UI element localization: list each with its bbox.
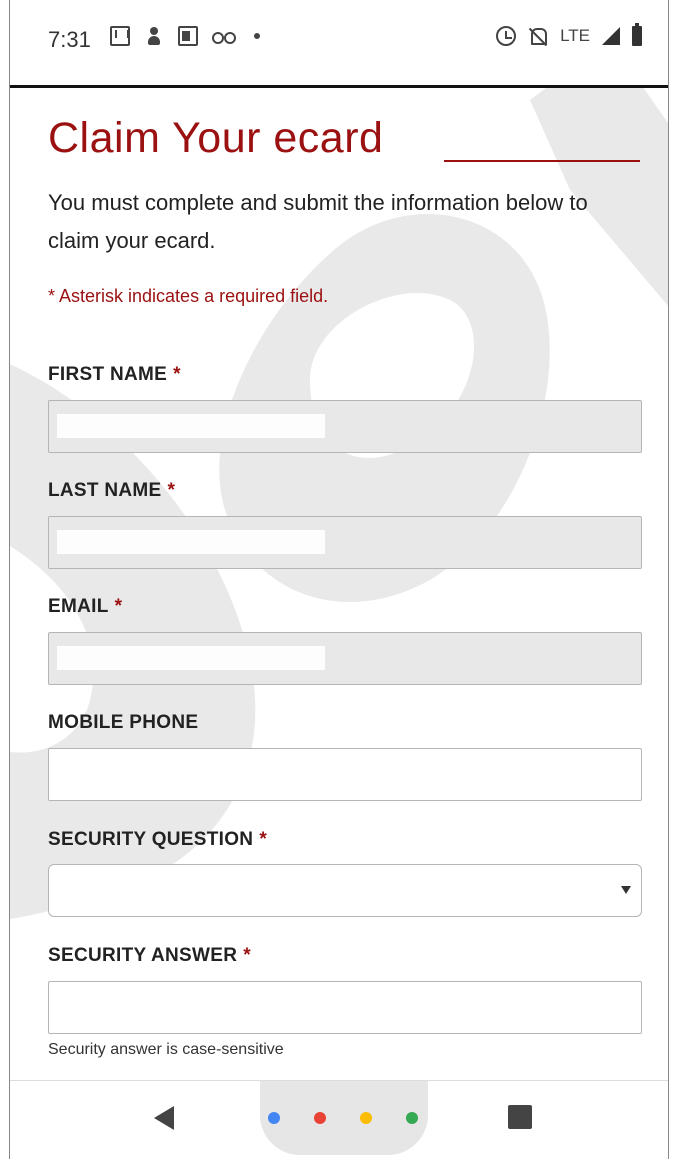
security-question-select[interactable] xyxy=(48,864,642,917)
card-icon xyxy=(178,26,198,46)
email-label-text: EMAIL xyxy=(48,596,109,617)
battery-icon xyxy=(632,23,642,46)
email-input[interactable] xyxy=(48,632,642,685)
mobile-phone-input[interactable] xyxy=(48,748,642,801)
last-name-label-text: LAST NAME xyxy=(48,480,162,501)
security-question-label-text: SECURITY QUESTION xyxy=(48,829,254,850)
assistant-dot-icon xyxy=(314,1112,326,1124)
assistant-dot-icon xyxy=(268,1112,280,1124)
alarm-icon xyxy=(496,26,517,46)
assistant-dot-icon xyxy=(360,1112,372,1124)
first-name-label: FIRST NAME * xyxy=(48,364,181,386)
last-name-label: LAST NAME * xyxy=(48,480,175,502)
navigation-bar xyxy=(10,1080,668,1159)
dot-icon xyxy=(254,33,260,39)
title-row: Claim Your ecard xyxy=(48,114,642,164)
required-asterisk: * xyxy=(243,945,251,966)
assistant-button[interactable] xyxy=(260,1081,428,1155)
assistant-dot-icon xyxy=(406,1112,418,1124)
device-screen: 7:31 LTE Claim Your ecard You must compl… xyxy=(9,0,669,1159)
status-bar: 7:31 LTE xyxy=(10,0,668,88)
notification-icons xyxy=(110,26,260,46)
title-divider xyxy=(444,160,640,162)
first-name-value xyxy=(57,414,325,438)
recents-icon[interactable] xyxy=(508,1105,532,1129)
last-name-value xyxy=(57,530,325,554)
status-time: 7:31 xyxy=(48,27,91,52)
intro-text: You must complete and submit the informa… xyxy=(48,190,588,253)
required-asterisk: * xyxy=(114,596,123,617)
security-answer-label: SECURITY ANSWER * xyxy=(48,945,251,967)
page-title: Claim Your ecard xyxy=(48,114,384,162)
required-asterisk: * xyxy=(167,480,176,501)
first-name-label-text: FIRST NAME xyxy=(48,364,168,385)
first-name-input[interactable] xyxy=(48,400,642,453)
dropdown-arrow-icon xyxy=(621,886,631,894)
voicemail-icon xyxy=(212,32,236,44)
email-value xyxy=(57,646,325,670)
last-name-input[interactable] xyxy=(48,516,642,569)
gmail-icon xyxy=(110,26,130,46)
email-label: EMAIL * xyxy=(48,596,122,618)
system-icons: LTE xyxy=(496,23,642,46)
security-question-label: SECURITY QUESTION * xyxy=(48,829,267,851)
bell-off-icon xyxy=(528,26,548,46)
required-asterisk: * xyxy=(173,364,181,385)
signal-icon xyxy=(602,27,620,45)
mobile-phone-label: MOBILE PHONE xyxy=(48,712,198,734)
required-asterisk: * xyxy=(259,829,268,850)
back-icon[interactable] xyxy=(154,1106,174,1130)
security-answer-input[interactable] xyxy=(48,981,642,1034)
security-answer-hint: Security answer is case-sensitive xyxy=(48,1041,284,1058)
required-note: * Asterisk indicates a required field. xyxy=(48,286,329,306)
security-answer-label-text: SECURITY ANSWER xyxy=(48,945,238,966)
network-type: LTE xyxy=(560,26,590,45)
person-icon xyxy=(144,26,164,46)
mobile-phone-label-text: MOBILE PHONE xyxy=(48,712,199,733)
